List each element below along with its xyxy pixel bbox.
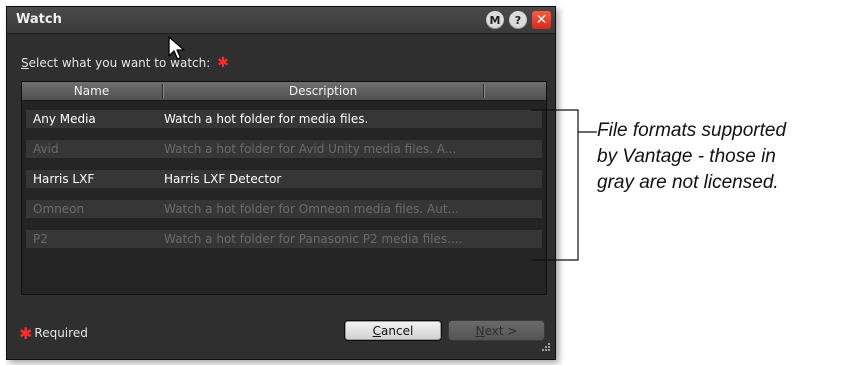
help-button[interactable]: ? xyxy=(509,11,527,29)
watch-type-table[interactable]: Name Description Any Media Watch a hot f… xyxy=(21,81,547,295)
watch-prompt: Select what you want to watch: ✱ xyxy=(21,55,229,71)
next-access-key: N xyxy=(475,323,485,338)
column-header-name[interactable]: Name xyxy=(22,84,161,98)
row-name: Avid xyxy=(33,142,59,156)
table-row[interactable]: Harris LXF Harris LXF Detector xyxy=(26,170,542,188)
annotation-line: by Vantage - those in xyxy=(597,146,776,167)
table-row[interactable]: Any Media Watch a hot folder for media f… xyxy=(26,110,542,128)
required-star-icon: ✱ xyxy=(217,55,229,71)
row-description: Watch a hot folder for Omneon media file… xyxy=(164,202,459,216)
required-legend: ✱ Required xyxy=(19,324,88,343)
row-name: Any Media xyxy=(33,112,96,126)
column-header-description[interactable]: Description xyxy=(164,84,482,98)
row-name: P2 xyxy=(33,232,48,246)
annotation-line: File formats supported xyxy=(597,120,787,141)
row-description: Harris LXF Detector xyxy=(164,172,282,186)
table-row[interactable]: P2 Watch a hot folder for Panasonic P2 m… xyxy=(26,230,542,248)
table-row[interactable]: Omneon Watch a hot folder for Omneon med… xyxy=(26,200,542,218)
title-bar[interactable]: Watch M ? ✕ xyxy=(7,7,555,34)
required-label: Required xyxy=(34,326,88,340)
mouse-cursor-icon xyxy=(168,36,185,60)
cancel-label: ancel xyxy=(381,323,414,338)
m-button[interactable]: M xyxy=(486,11,504,29)
table-row[interactable]: Avid Watch a hot folder for Avid Unity m… xyxy=(26,140,542,158)
row-description: Watch a hot folder for media files. xyxy=(164,112,369,126)
row-description: Watch a hot folder for Panasonic P2 medi… xyxy=(164,232,463,246)
annotation-line: gray are not licensed. xyxy=(597,172,779,193)
prompt-access-key: S xyxy=(21,56,29,70)
next-button[interactable]: Next > xyxy=(448,320,545,341)
row-name: Omneon xyxy=(33,202,85,216)
column-divider[interactable] xyxy=(483,84,485,98)
next-label: ext > xyxy=(484,323,518,338)
window-title: Watch xyxy=(16,12,62,27)
row-name: Harris LXF xyxy=(33,172,95,186)
watch-dialog: Watch M ? ✕ Select what you want to watc… xyxy=(6,6,556,360)
required-star-icon: ✱ xyxy=(19,324,33,343)
row-description: Watch a hot folder for Avid Unity media … xyxy=(164,142,457,156)
cancel-access-key: C xyxy=(372,323,382,338)
annotation-text: File formats supported by Vantage - thos… xyxy=(597,118,842,196)
table-header: Name Description xyxy=(22,82,546,101)
resize-grip-icon[interactable] xyxy=(541,342,551,355)
close-button[interactable]: ✕ xyxy=(532,11,551,29)
cancel-button[interactable]: Cancel xyxy=(344,320,442,341)
